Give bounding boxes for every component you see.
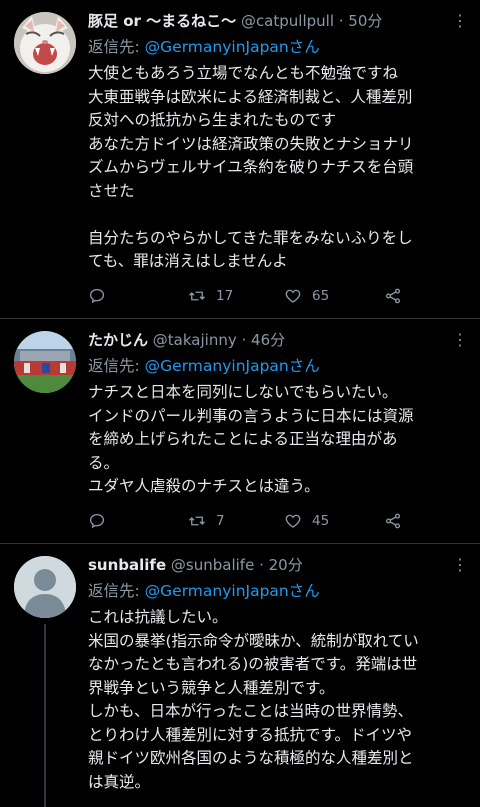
tweet-actions: 7 45	[88, 509, 470, 533]
display-name[interactable]: 豚足 or 〜まるねこ〜	[88, 12, 236, 30]
timestamp[interactable]: · 50分	[339, 12, 383, 30]
timestamp[interactable]: · 20分	[259, 556, 303, 574]
thread-line	[44, 624, 46, 807]
user-handle[interactable]: @sunbalife	[171, 556, 254, 574]
display-name[interactable]: sunbalife	[88, 556, 166, 574]
display-name[interactable]: たかじん	[88, 331, 148, 349]
reply-prefix: 返信先:	[88, 38, 145, 56]
like-button[interactable]: 65	[284, 284, 329, 308]
more-options-icon[interactable]: ⋮	[448, 552, 472, 578]
reply-prefix: 返信先:	[88, 357, 145, 375]
retweet-button[interactable]: 17	[188, 284, 233, 308]
reply-icon	[89, 288, 105, 304]
tweet-header: 豚足 or 〜まるねこ〜 @catpullpull · 50分	[88, 8, 470, 34]
share-icon	[385, 288, 401, 304]
share-button[interactable]	[384, 284, 412, 308]
tweet-3[interactable]: sunbalife @sunbalife · 20分 返信先: @Germany…	[0, 544, 480, 807]
retweet-icon	[189, 291, 205, 301]
mention-link[interactable]: @GermanyinJapan	[145, 357, 289, 375]
tweet-2[interactable]: たかじん @takajinny · 46分 返信先: @GermanyinJap…	[0, 319, 480, 543]
cat-face-icon	[14, 12, 76, 74]
reply-button[interactable]	[88, 509, 116, 533]
more-options-icon[interactable]: ⋮	[448, 327, 472, 353]
mention-suffix: さん	[288, 38, 320, 56]
like-count: 45	[312, 513, 330, 529]
tweet-1[interactable]: 豚足 or 〜まるねこ〜 @catpullpull · 50分 返信先: @Ge…	[0, 0, 480, 318]
reply-button[interactable]	[88, 284, 116, 308]
tweet-body: これは抗議したい。 米国の暴挙(指示命令が曖昧か、統制が取れてい なかったとも言…	[88, 608, 419, 791]
share-button[interactable]	[384, 509, 412, 533]
reply-prefix: 返信先:	[88, 582, 145, 600]
stadium-avatar-icon[interactable]	[14, 331, 76, 393]
tweet-header: たかじん @takajinny · 46分	[88, 327, 470, 353]
reply-to-line: 返信先: @GermanyinJapanさん	[88, 34, 470, 60]
retweet-icon	[189, 516, 205, 526]
cat-avatar-icon[interactable]	[14, 12, 76, 74]
heart-icon	[285, 289, 301, 303]
retweet-count: 17	[216, 288, 234, 304]
tweet-header: sunbalife @sunbalife · 20分	[88, 552, 470, 578]
user-handle[interactable]: @takajinny	[153, 331, 237, 349]
like-count: 65	[312, 288, 330, 304]
share-icon	[385, 513, 401, 529]
tweet-body: 大使ともあろう立場でなんとも不勉強ですね 大東亜戦争は欧米による経済制裁と、人種…	[88, 64, 414, 270]
default-profile-icon[interactable]	[14, 556, 76, 618]
mention-suffix: さん	[288, 357, 320, 375]
heart-icon	[285, 514, 301, 528]
like-button[interactable]: 45	[284, 509, 329, 533]
timestamp[interactable]: · 46分	[242, 331, 286, 349]
more-options-icon[interactable]: ⋮	[448, 8, 472, 34]
user-handle[interactable]: @catpullpull	[241, 12, 334, 30]
mention-link[interactable]: @GermanyinJapan	[145, 38, 289, 56]
default-person-icon	[14, 556, 76, 618]
mention-link[interactable]: @GermanyinJapan	[145, 582, 289, 600]
reply-to-line: 返信先: @GermanyinJapanさん	[88, 578, 470, 604]
reply-icon	[89, 513, 105, 529]
tweet-actions: 17 65	[88, 284, 470, 308]
stadium-photo-icon	[14, 331, 76, 393]
reply-to-line: 返信先: @GermanyinJapanさん	[88, 353, 470, 379]
retweet-button[interactable]: 7	[188, 509, 225, 533]
retweet-count: 7	[216, 513, 225, 529]
mention-suffix: さん	[288, 582, 320, 600]
tweet-body: ナチスと日本を同列にしないでもらいたい。 インドのパール判事の言うように日本には…	[88, 383, 414, 495]
